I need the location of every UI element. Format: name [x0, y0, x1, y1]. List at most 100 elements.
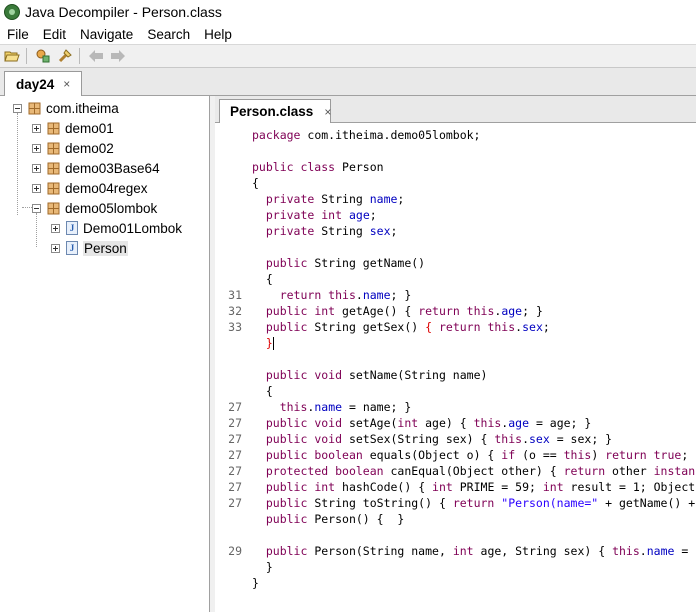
line-number: 33 — [228, 320, 242, 334]
code-token: this — [563, 448, 592, 462]
code-token: private int — [265, 208, 343, 222]
close-icon[interactable]: × — [324, 105, 331, 119]
code-token: Person(String name, — [307, 544, 453, 558]
expand-icon[interactable] — [32, 123, 41, 133]
tree-item-demo02[interactable]: demo02 — [32, 138, 114, 158]
code-token: public — [265, 320, 308, 334]
code-token: } — [252, 576, 259, 590]
forward-button[interactable] — [108, 46, 128, 66]
code-token: String — [314, 224, 370, 238]
java-class-icon: J — [66, 221, 78, 235]
code-token: equals(Object o) { — [362, 448, 502, 462]
code-line: private String sex; — [252, 223, 398, 239]
code-token: ; — [397, 192, 405, 206]
close-icon[interactable]: × — [63, 77, 70, 91]
code-line: public Person(String name, int age, Stri… — [252, 543, 688, 559]
open-file-button[interactable] — [2, 46, 22, 66]
code-token: return this — [279, 288, 356, 302]
tree-item-label: com.itheima — [46, 100, 119, 116]
code-token: setName(String name) — [342, 368, 488, 382]
line-number-gutter: 31 32 33 27 27 27 27 27 27 27 29 — [215, 123, 245, 612]
collapse-icon[interactable] — [32, 203, 41, 213]
code-token: = name; } — [342, 400, 412, 414]
package-tree: com.itheima demo01 demo02 demo03Base64 d… — [0, 96, 210, 612]
code-token: . — [522, 432, 529, 446]
menu-navigate[interactable]: Navigate — [73, 27, 140, 42]
search-icon — [58, 49, 72, 63]
line-number: 27 — [228, 464, 242, 478]
code-token: age — [501, 304, 523, 318]
tree-item-demo04regex[interactable]: demo04regex — [32, 178, 148, 198]
menu-search[interactable]: Search — [140, 27, 197, 42]
code-token: Person() { } — [307, 512, 405, 526]
package-icon — [47, 202, 60, 214]
menu-help[interactable]: Help — [197, 27, 239, 42]
code-token: ; — [390, 224, 398, 238]
code-token: public — [265, 496, 308, 510]
expand-icon[interactable] — [51, 243, 60, 253]
code-line: { — [252, 271, 273, 287]
code-token: PRIME = 59; — [452, 480, 543, 494]
code-token: return — [452, 496, 495, 510]
tree-item-demo01lombok[interactable]: J Demo01Lombok — [51, 218, 182, 238]
code-token: result = 1; Object — [563, 480, 696, 494]
code-token: ; — [681, 448, 689, 462]
code-token: public int — [265, 304, 336, 318]
package-icon — [47, 162, 60, 174]
expand-icon[interactable] — [51, 223, 60, 233]
code-token: name — [362, 288, 391, 302]
line-number: 27 — [228, 400, 242, 414]
package-icon — [47, 142, 60, 154]
code-line: public void setName(String name) — [252, 367, 488, 383]
code-token: return — [563, 464, 606, 478]
tree-item-demo01[interactable]: demo01 — [32, 118, 114, 138]
code-line: public int getAge() { return this.age; } — [252, 303, 543, 319]
code-token: Person — [335, 160, 384, 174]
code-token: public void — [265, 416, 343, 430]
code-line: { — [252, 383, 273, 399]
menu-bar: File Edit Navigate Search Help — [0, 24, 696, 44]
code-token: package — [252, 128, 301, 142]
menu-edit[interactable]: Edit — [36, 27, 73, 42]
open-type-button[interactable] — [33, 46, 53, 66]
package-icon — [47, 122, 60, 134]
expand-icon[interactable] — [32, 143, 41, 153]
code-line: } — [252, 575, 259, 591]
code-token: name — [369, 192, 398, 206]
code-token: com.itheima.demo05lombok; — [300, 128, 481, 142]
tree-item-demo05lombok[interactable]: demo05lombok — [32, 198, 157, 218]
code-token: = — [674, 544, 689, 558]
code-token: int — [432, 480, 453, 494]
code-token: public — [265, 512, 308, 526]
collapse-icon[interactable] — [13, 103, 22, 113]
code-token: = age; } — [529, 416, 592, 430]
code-token: public int — [265, 480, 336, 494]
code-token: ; } — [522, 304, 543, 318]
code-token: } — [252, 560, 273, 574]
code-view[interactable]: 31 32 33 27 27 27 27 27 27 27 29 package com.ithei… — [215, 123, 696, 612]
tree-item-com-itheima[interactable]: com.itheima — [13, 98, 119, 118]
tab-day24[interactable]: day24 × — [4, 71, 82, 96]
expand-icon[interactable] — [32, 163, 41, 173]
code-token: age — [348, 208, 370, 222]
text-cursor — [272, 337, 274, 350]
expand-icon[interactable] — [32, 183, 41, 193]
main-tab-strip: day24 × — [0, 68, 696, 96]
menu-file[interactable]: File — [0, 27, 36, 42]
tree-item-label: demo01 — [65, 120, 114, 136]
search-button[interactable] — [55, 46, 75, 66]
code-token: int — [397, 416, 419, 430]
code-token: private — [265, 192, 315, 206]
tab-person-class[interactable]: Person.class × — [219, 99, 331, 123]
tree-item-demo03base64[interactable]: demo03Base64 — [32, 158, 160, 178]
back-button[interactable] — [86, 46, 106, 66]
code-token: age — [508, 416, 530, 430]
tree-item-person[interactable]: J Person — [51, 238, 128, 258]
tree-item-label: Demo01Lombok — [83, 220, 183, 236]
